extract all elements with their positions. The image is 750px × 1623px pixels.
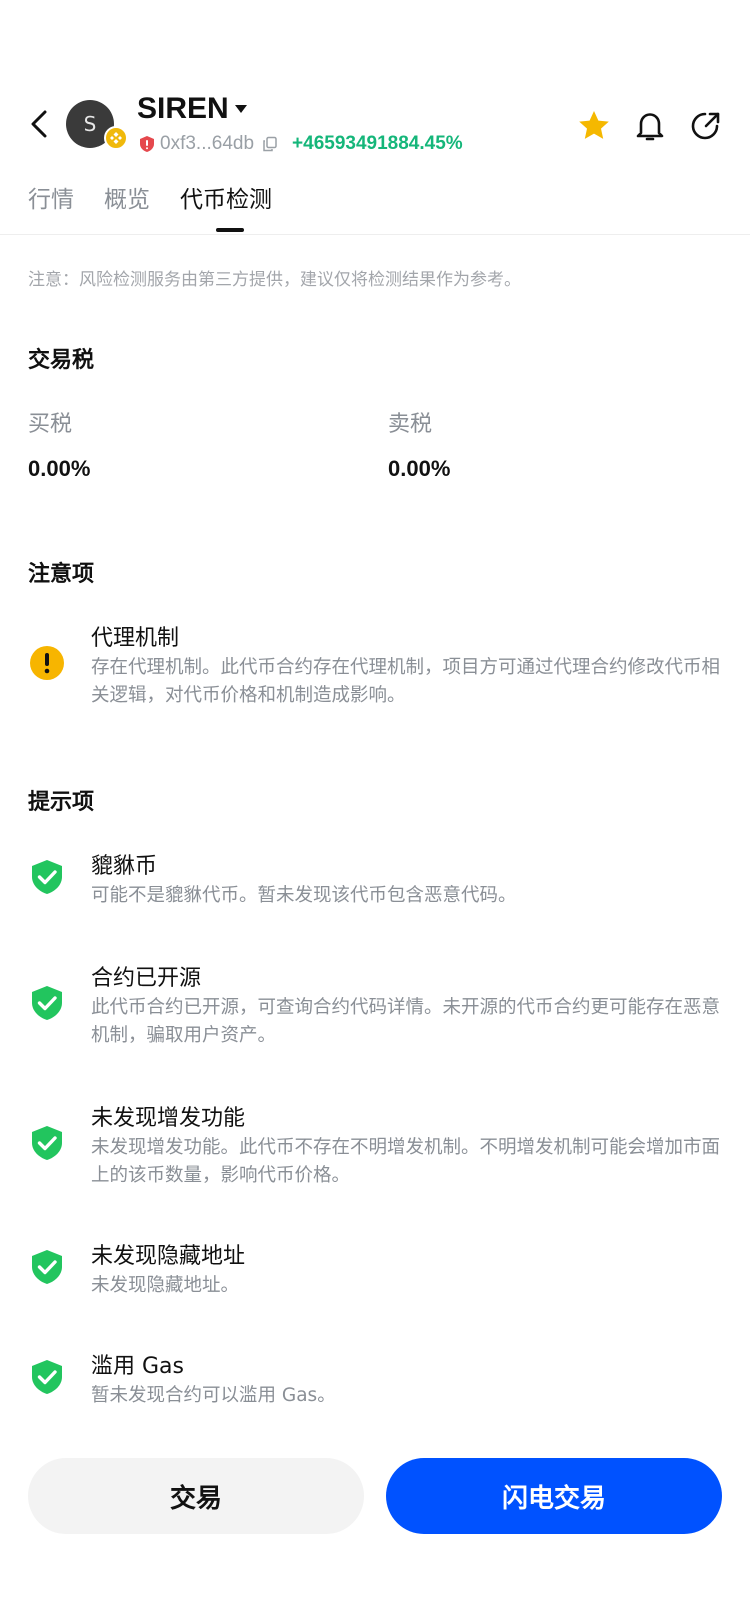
hint-item-desc: 此代币合约已开源，可查询合约代码详情。未开源的代币合约更可能存在恶意机制，骗取用… <box>91 997 721 1046</box>
risk-shield-icon <box>140 136 154 152</box>
section-title-attention: 注意项 <box>28 562 95 587</box>
avatar-letter: S <box>83 112 97 136</box>
token-name[interactable]: SIREN <box>137 92 229 126</box>
hint-item-title: 貔貅币 <box>91 854 158 879</box>
risk-notice: 注意：风险检测服务由第三方提供，建议仅将检测结果作为参考。 <box>28 270 521 290</box>
tab-overview[interactable]: 概览 <box>104 180 150 232</box>
copy-icon[interactable] <box>262 136 278 152</box>
star-icon[interactable] <box>576 108 612 144</box>
hint-item-title: 合约已开源 <box>91 966 202 991</box>
contract-address: 0xf3...64db <box>160 133 255 154</box>
active-tab-indicator <box>216 228 244 232</box>
divider <box>0 234 750 235</box>
back-arrow-icon[interactable] <box>22 106 58 142</box>
bell-icon[interactable] <box>632 108 668 144</box>
tab-bar: 行情 概览 代币检测 <box>28 180 272 232</box>
hint-item-desc: 未发现隐藏地址。 <box>91 1275 240 1296</box>
shield-check-icon <box>32 986 62 1020</box>
header: S SIREN 0xf3...64db +46593491884.45% <box>0 90 750 160</box>
attention-item-desc: 存在代理机制。此代币合约存在代理机制，项目方可通过代理合约修改代币相关逻辑，对代… <box>91 657 721 706</box>
price-change: +46593491884.45% <box>292 133 463 154</box>
shield-check-icon <box>32 1250 62 1284</box>
bnb-chain-icon <box>104 126 128 150</box>
warning-icon <box>30 646 64 680</box>
hint-item-desc: 未发现增发功能。此代币不存在不明增发机制。不明增发机制可能会增加市面上的该币数量… <box>91 1137 721 1186</box>
buy-tax-value: 0.00% <box>28 456 91 481</box>
hint-item-desc: 可能不是貔貅代币。暂未发现该代币包含恶意代码。 <box>91 885 517 906</box>
buy-tax-label: 买税 <box>28 412 73 437</box>
share-icon[interactable] <box>688 108 724 144</box>
shield-check-icon <box>32 1360 62 1394</box>
sell-tax-value: 0.00% <box>388 456 451 481</box>
hint-item-desc: 暂未发现合约可以滥用 Gas。 <box>91 1385 336 1406</box>
section-title-hints: 提示项 <box>28 790 95 815</box>
tab-token-check-label: 代币检测 <box>180 187 272 213</box>
hint-item-title: 滥用 Gas <box>91 1354 184 1379</box>
hint-item-title: 未发现增发功能 <box>91 1106 246 1131</box>
sell-tax-label: 卖税 <box>388 412 433 437</box>
token-subline: 0xf3...64db +46593491884.45% <box>138 130 463 158</box>
hint-item-title: 未发现隐藏地址 <box>91 1244 246 1269</box>
tab-market[interactable]: 行情 <box>28 180 74 232</box>
shield-check-icon <box>32 1126 62 1160</box>
tab-token-check[interactable]: 代币检测 <box>180 180 272 232</box>
trade-button[interactable]: 交易 <box>28 1458 364 1534</box>
caret-down-icon[interactable] <box>234 102 248 116</box>
flash-trade-button[interactable]: 闪电交易 <box>386 1458 722 1534</box>
header-actions <box>576 108 724 144</box>
shield-check-icon <box>32 860 62 894</box>
token-detail-page: S SIREN 0xf3...64db +46593491884.45% 行情 … <box>0 0 750 1623</box>
section-title-tax: 交易税 <box>28 348 95 373</box>
attention-item-title: 代理机制 <box>91 626 180 651</box>
